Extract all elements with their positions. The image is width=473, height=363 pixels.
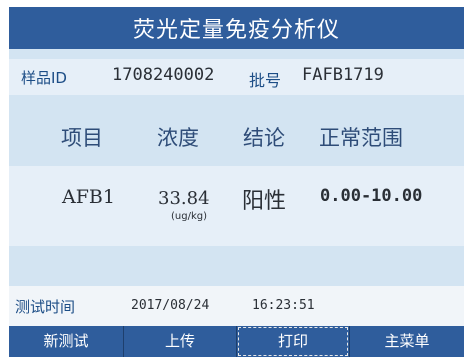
title-bar: 荧光定量免疫分析仪 (9, 7, 464, 49)
header-item: 项目 (61, 126, 103, 150)
batch-value: FAFB1719 (302, 65, 384, 85)
print-button[interactable]: 打印 (237, 326, 349, 357)
main-menu-button[interactable]: 主菜单 (350, 326, 464, 357)
concentration-unit: (ug/kg) (171, 211, 207, 222)
sample-info-row: 样品ID 1708240002 批号 FAFB1719 (9, 59, 464, 95)
bottom-nav: 新测试 上传 打印 主菜单 (9, 326, 464, 357)
test-time-row: 测试时间 2017/08/24 16:23:51 (9, 286, 464, 326)
result-panel: 样品ID 1708240002 批号 FAFB1719 项目 浓度 结论 正常范… (9, 49, 464, 286)
sample-id-label: 样品ID (21, 69, 67, 87)
conclusion-value: 阳性 (242, 189, 287, 214)
test-time-label: 测试时间 (15, 298, 76, 316)
header-normal-range: 正常范围 (319, 126, 403, 150)
upload-button[interactable]: 上传 (124, 326, 236, 357)
new-test-label: 新测试 (43, 332, 89, 350)
item-name: AFB1 (62, 186, 115, 208)
header-conclusion: 结论 (243, 126, 285, 150)
print-label: 打印 (277, 332, 308, 350)
table-header: 项目 浓度 结论 正常范围 (9, 114, 464, 156)
header-concentration: 浓度 (157, 126, 199, 150)
test-date: 2017/08/24 (131, 298, 210, 313)
app-title: 荧光定量免疫分析仪 (132, 18, 340, 43)
batch-label: 批号 (249, 71, 282, 90)
normal-range-value: 0.00-10.00 (320, 186, 423, 206)
device-screen: 荧光定量免疫分析仪 样品ID 1708240002 批号 FAFB1719 项目… (9, 7, 464, 357)
new-test-button[interactable]: 新测试 (9, 326, 123, 357)
concentration-value: 33.84 (158, 188, 210, 209)
upload-label: 上传 (164, 332, 195, 350)
sample-id-value: 1708240002 (112, 65, 215, 85)
result-row: AFB1 33.84 (ug/kg) 阳性 0.00-10.00 (9, 166, 464, 246)
main-menu-label: 主菜单 (384, 332, 430, 350)
test-clock-time: 16:23:51 (252, 298, 315, 313)
